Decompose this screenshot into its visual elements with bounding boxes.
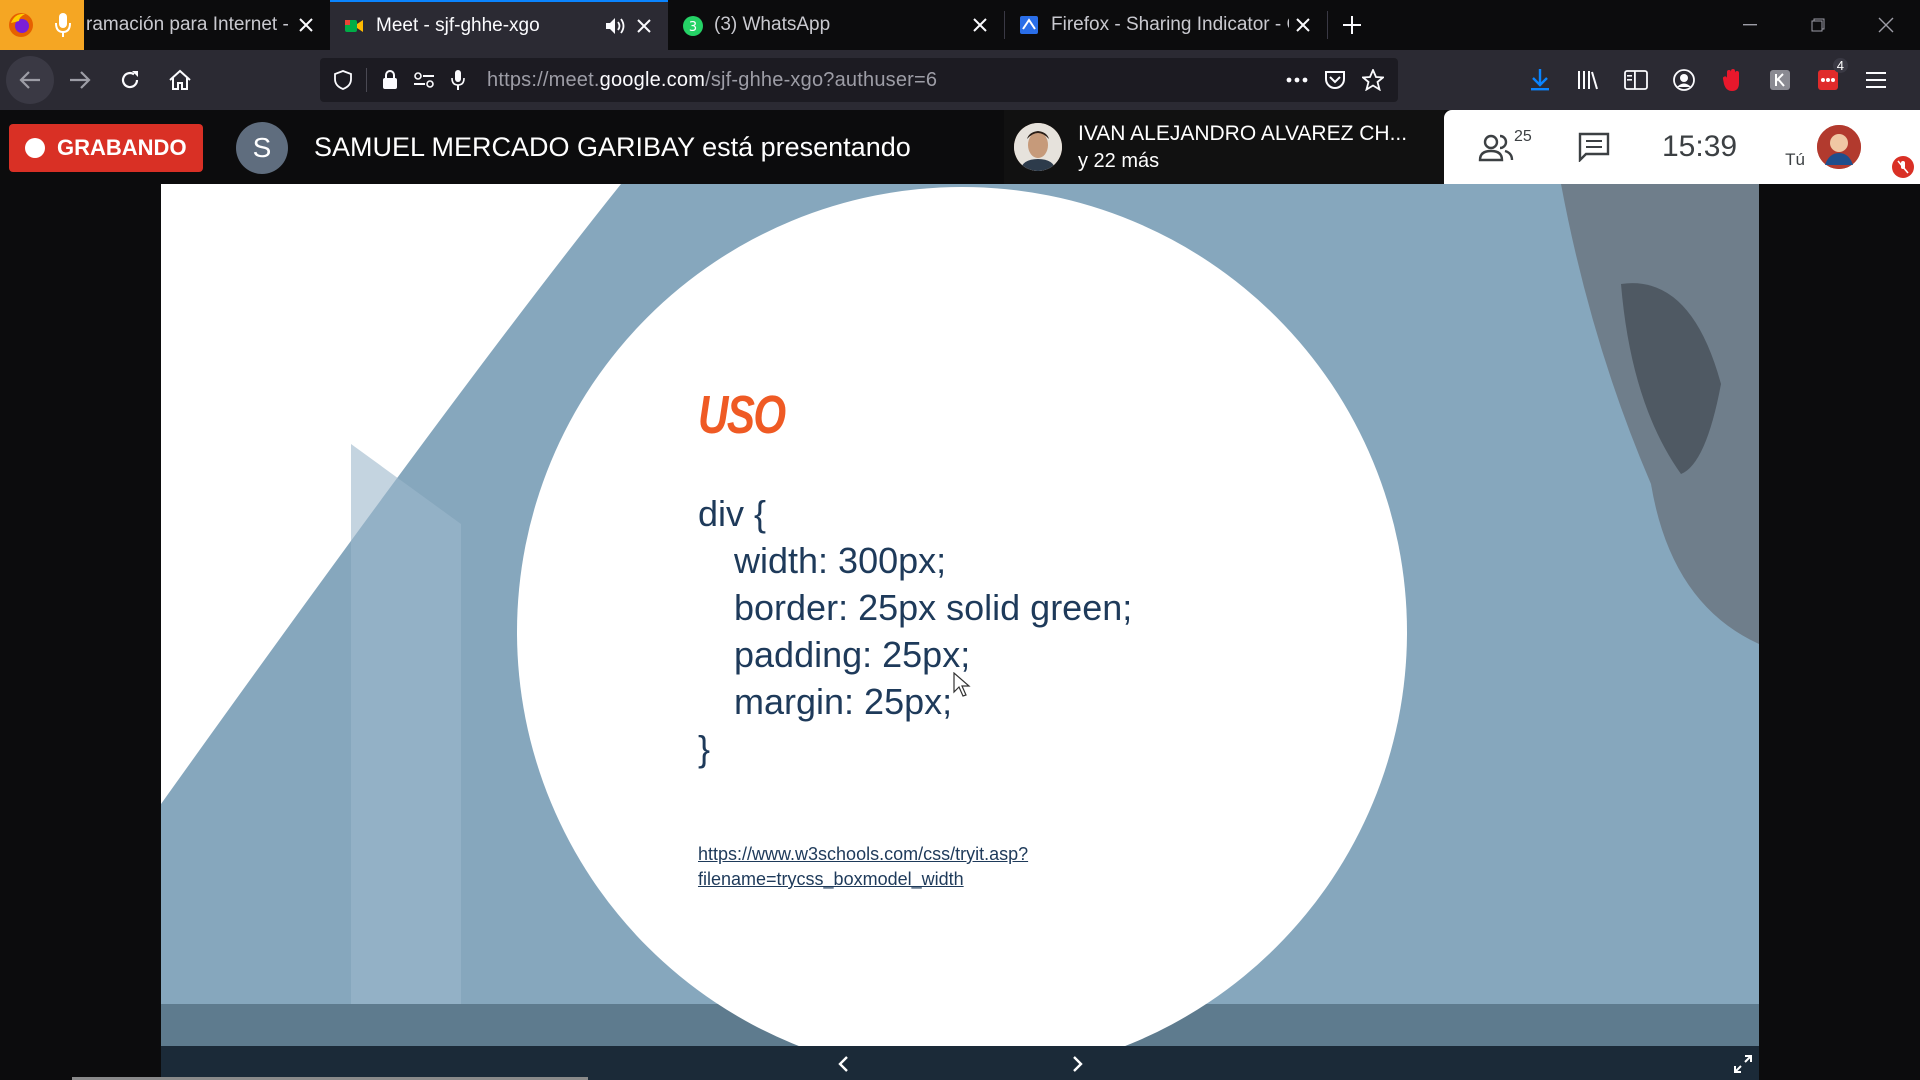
participant-info: IVAN ALEJANDRO ALVAREZ CH... y 22 más	[1078, 122, 1407, 173]
back-arrow-icon[interactable]	[6, 56, 54, 104]
meeting-clock: 15:39	[1662, 130, 1738, 163]
navigation-toolbar: https://meet.google.com/sjf-ghhe-xgo?aut…	[0, 50, 1920, 110]
window-close-icon[interactable]	[1852, 0, 1920, 50]
page-actions-more-icon[interactable]	[1280, 63, 1314, 97]
permissions-icon[interactable]	[407, 63, 441, 97]
tab-meet[interactable]: Meet - sjf-ghhe-xgo	[330, 0, 668, 50]
participants-button[interactable]: 25	[1478, 128, 1532, 162]
recording-dot-icon	[25, 138, 45, 158]
address-bar[interactable]: https://meet.google.com/sjf-ghhe-xgo?aut…	[320, 58, 1398, 102]
slide-title: USO	[698, 385, 786, 445]
tab-title: Meet - sjf-ghhe-xgo	[376, 15, 540, 36]
active-speaker-tile[interactable]: IVAN ALEJANDRO ALVAREZ CH... y 22 más	[1004, 110, 1444, 184]
firefox-logo-icon[interactable]	[0, 0, 42, 50]
lock-icon[interactable]	[373, 63, 407, 97]
hamburger-menu-icon[interactable]	[1854, 56, 1898, 104]
recording-label: GRABANDO	[57, 135, 187, 160]
google-meet-icon	[344, 16, 364, 36]
account-icon[interactable]	[1662, 56, 1706, 104]
meet-controls: 25 15:39 Tú	[1444, 110, 1920, 184]
url-suffix: /sjf-ghhe-xgo?authuser=6	[705, 68, 938, 91]
new-tab-button[interactable]	[1328, 0, 1376, 50]
home-icon[interactable]	[156, 56, 204, 104]
code-line: border: 25px solid green;	[734, 587, 1133, 628]
code-line: }	[698, 728, 711, 769]
reload-icon[interactable]	[106, 56, 154, 104]
downloads-icon[interactable]	[1518, 56, 1562, 104]
url-domain: google.com	[599, 68, 706, 91]
code-line: width: 300px;	[734, 540, 947, 581]
tab-firefox-sharing[interactable]: Firefox - Sharing Indicator - Gy	[1005, 0, 1327, 50]
window-controls	[1716, 0, 1920, 50]
url-text[interactable]: https://meet.google.com/sjf-ghhe-xgo?aut…	[487, 69, 937, 92]
close-icon[interactable]	[630, 12, 658, 40]
microphone-sharing-icon[interactable]	[42, 0, 84, 50]
toolbar-icons: 4	[1518, 56, 1898, 104]
close-icon[interactable]	[292, 11, 320, 39]
microphone-permission-icon[interactable]	[441, 63, 475, 97]
url-actions	[1280, 63, 1390, 97]
chat-button[interactable]	[1578, 132, 1610, 162]
presenter-avatar: S	[236, 122, 288, 174]
code-line: margin: 25px;	[734, 681, 953, 722]
meet-top-bar: GRABANDO S SAMUEL MERCADO GARIBAY está p…	[0, 110, 1920, 184]
tab-strip: ramación para Internet - 2 Meet - sjf-gh…	[0, 0, 1920, 50]
tab-title: Firefox - Sharing Indicator - Gy	[1051, 14, 1289, 35]
speaker-icon[interactable]	[602, 12, 630, 40]
fullscreen-icon[interactable]	[1731, 1052, 1755, 1076]
mouse-cursor-icon	[953, 672, 971, 697]
tab-programacion[interactable]: ramación para Internet - 2	[84, 0, 330, 50]
tab-title: (3) WhatsApp	[714, 14, 831, 35]
slide-link[interactable]: https://www.w3schools.com/css/tryit.asp?…	[698, 842, 1028, 892]
pocket-icon[interactable]	[1318, 63, 1352, 97]
participant-avatar	[1014, 123, 1062, 171]
forward-arrow-icon[interactable]	[56, 56, 104, 104]
participant-more: y 22 más	[1078, 149, 1160, 172]
sidebar-icon[interactable]	[1614, 56, 1658, 104]
self-avatar[interactable]	[1816, 125, 1861, 169]
page-icon	[1019, 15, 1039, 35]
self-label: Tú	[1785, 150, 1805, 169]
raise-hand-extension-icon[interactable]	[1710, 56, 1754, 104]
tracking-protection-shield-icon[interactable]	[326, 63, 360, 97]
recording-indicator[interactable]: GRABANDO	[9, 124, 203, 172]
presentation-stage: USO div { width: 300px; border: 25px sol…	[161, 184, 1759, 1046]
slide-link-line: https://www.w3schools.com/css/tryit.asp?	[698, 844, 1029, 864]
previous-slide-icon[interactable]	[831, 1052, 855, 1076]
bookmark-star-icon[interactable]	[1356, 63, 1390, 97]
participant-name: IVAN ALEJANDRO ALVAREZ CH...	[1078, 121, 1408, 145]
slide-code-block: div { width: 300px; border: 25px solid g…	[698, 490, 1132, 772]
slide-link-line: filename=trycss_boxmodel_width	[698, 869, 964, 889]
microphone-muted-icon	[1892, 156, 1914, 178]
tab-title: ramación para Internet - 2	[86, 14, 292, 35]
extension-badge: 4	[1832, 58, 1848, 73]
code-line: padding: 25px;	[734, 634, 971, 675]
slide-navigation-bar	[161, 1046, 1759, 1080]
next-slide-icon[interactable]	[1066, 1052, 1090, 1076]
close-icon[interactable]	[966, 11, 994, 39]
minimize-icon[interactable]	[1716, 0, 1784, 50]
presenting-text: SAMUEL MERCADO GARIBAY está presentando	[314, 132, 911, 162]
code-line: div {	[698, 493, 767, 534]
whatsapp-badge: 3	[689, 20, 697, 35]
participant-count: 25	[1514, 128, 1532, 145]
tab-whatsapp[interactable]: 3 (3) WhatsApp	[668, 0, 1004, 50]
extension-menu-icon[interactable]: 4	[1806, 56, 1850, 104]
whatsapp-icon: 3	[682, 15, 703, 36]
url-prefix: https://meet.	[487, 68, 600, 91]
library-icon[interactable]	[1566, 56, 1610, 104]
close-icon[interactable]	[1289, 11, 1317, 39]
extension-k-icon[interactable]	[1758, 56, 1802, 104]
restore-icon[interactable]	[1784, 0, 1852, 50]
